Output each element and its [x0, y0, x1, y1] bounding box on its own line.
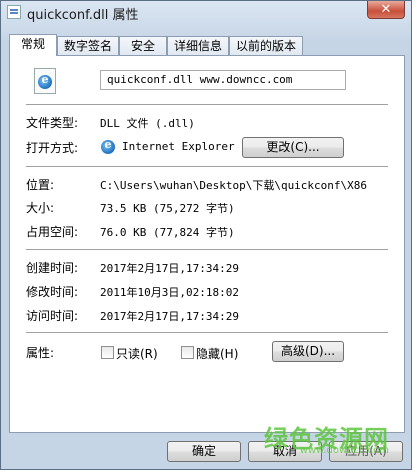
- ie-file-icon: [34, 68, 56, 94]
- hidden-checkbox[interactable]: [181, 346, 194, 359]
- file-icon: [7, 5, 21, 19]
- tab-security[interactable]: 安全: [119, 36, 167, 55]
- tab-general[interactable]: 常规: [9, 34, 57, 56]
- tab-strip: 常规 数字签名 安全 详细信息 以前的版本: [9, 34, 405, 56]
- watermark-url: www.downcc.com: [299, 445, 389, 456]
- created-label: 创建时间:: [26, 261, 79, 275]
- tab-details[interactable]: 详细信息: [167, 36, 229, 55]
- file-type-label: 文件类型:: [26, 116, 79, 130]
- size-label: 大小:: [26, 201, 55, 215]
- title-bar[interactable]: quickconf.dll 属性 ✕: [1, 1, 411, 23]
- file-type-value: DLL 文件 (.dll): [100, 117, 195, 130]
- divider: [26, 166, 388, 168]
- modified-value: 2011年10月3日,02:18:02: [100, 286, 239, 299]
- readonly-label[interactable]: 只读(R): [116, 345, 158, 362]
- location-label: 位置:: [26, 178, 55, 192]
- accessed-label: 访问时间:: [26, 309, 79, 323]
- divider: [26, 104, 388, 106]
- divider: [26, 249, 388, 251]
- created-value: 2017年2月17日,17:34:29: [100, 262, 239, 275]
- modified-label: 修改时间:: [26, 285, 79, 299]
- location-value: C:\Users\wuhan\Desktop\下载\quickconf\X86: [100, 179, 368, 192]
- disk-size-value: 76.0 KB (77,824 字节): [100, 226, 235, 239]
- readonly-checkbox[interactable]: [101, 346, 114, 359]
- opens-with-value: Internet Explorer: [122, 140, 235, 153]
- general-panel: quickconf.dll www.downcc.com 文件类型: DLL 文…: [9, 55, 405, 433]
- size-value: 73.5 KB (75,272 字节): [100, 202, 235, 215]
- change-button[interactable]: 更改(C)...: [242, 137, 344, 158]
- attributes-label: 属性:: [26, 346, 55, 360]
- tab-previous-versions[interactable]: 以前的版本: [229, 36, 303, 55]
- opens-with-label: 打开方式:: [26, 141, 79, 155]
- divider: [26, 332, 388, 334]
- advanced-button[interactable]: 高级(D)...: [272, 341, 344, 362]
- ie-icon: [101, 138, 115, 154]
- properties-window: quickconf.dll 属性 ✕ 常规 数字签名 安全 详细信息 以前的版本…: [0, 0, 412, 470]
- window-title: quickconf.dll 属性: [27, 8, 139, 23]
- disk-size-label: 占用空间:: [26, 225, 79, 239]
- close-button[interactable]: ✕: [367, 1, 405, 19]
- ok-button[interactable]: 确定: [167, 441, 241, 462]
- tab-digital-signatures[interactable]: 数字签名: [57, 36, 119, 55]
- accessed-value: 2017年2月17日,17:34:29: [100, 310, 239, 323]
- hidden-label[interactable]: 隐藏(H): [196, 345, 238, 362]
- file-name-field[interactable]: quickconf.dll www.downcc.com: [100, 70, 346, 90]
